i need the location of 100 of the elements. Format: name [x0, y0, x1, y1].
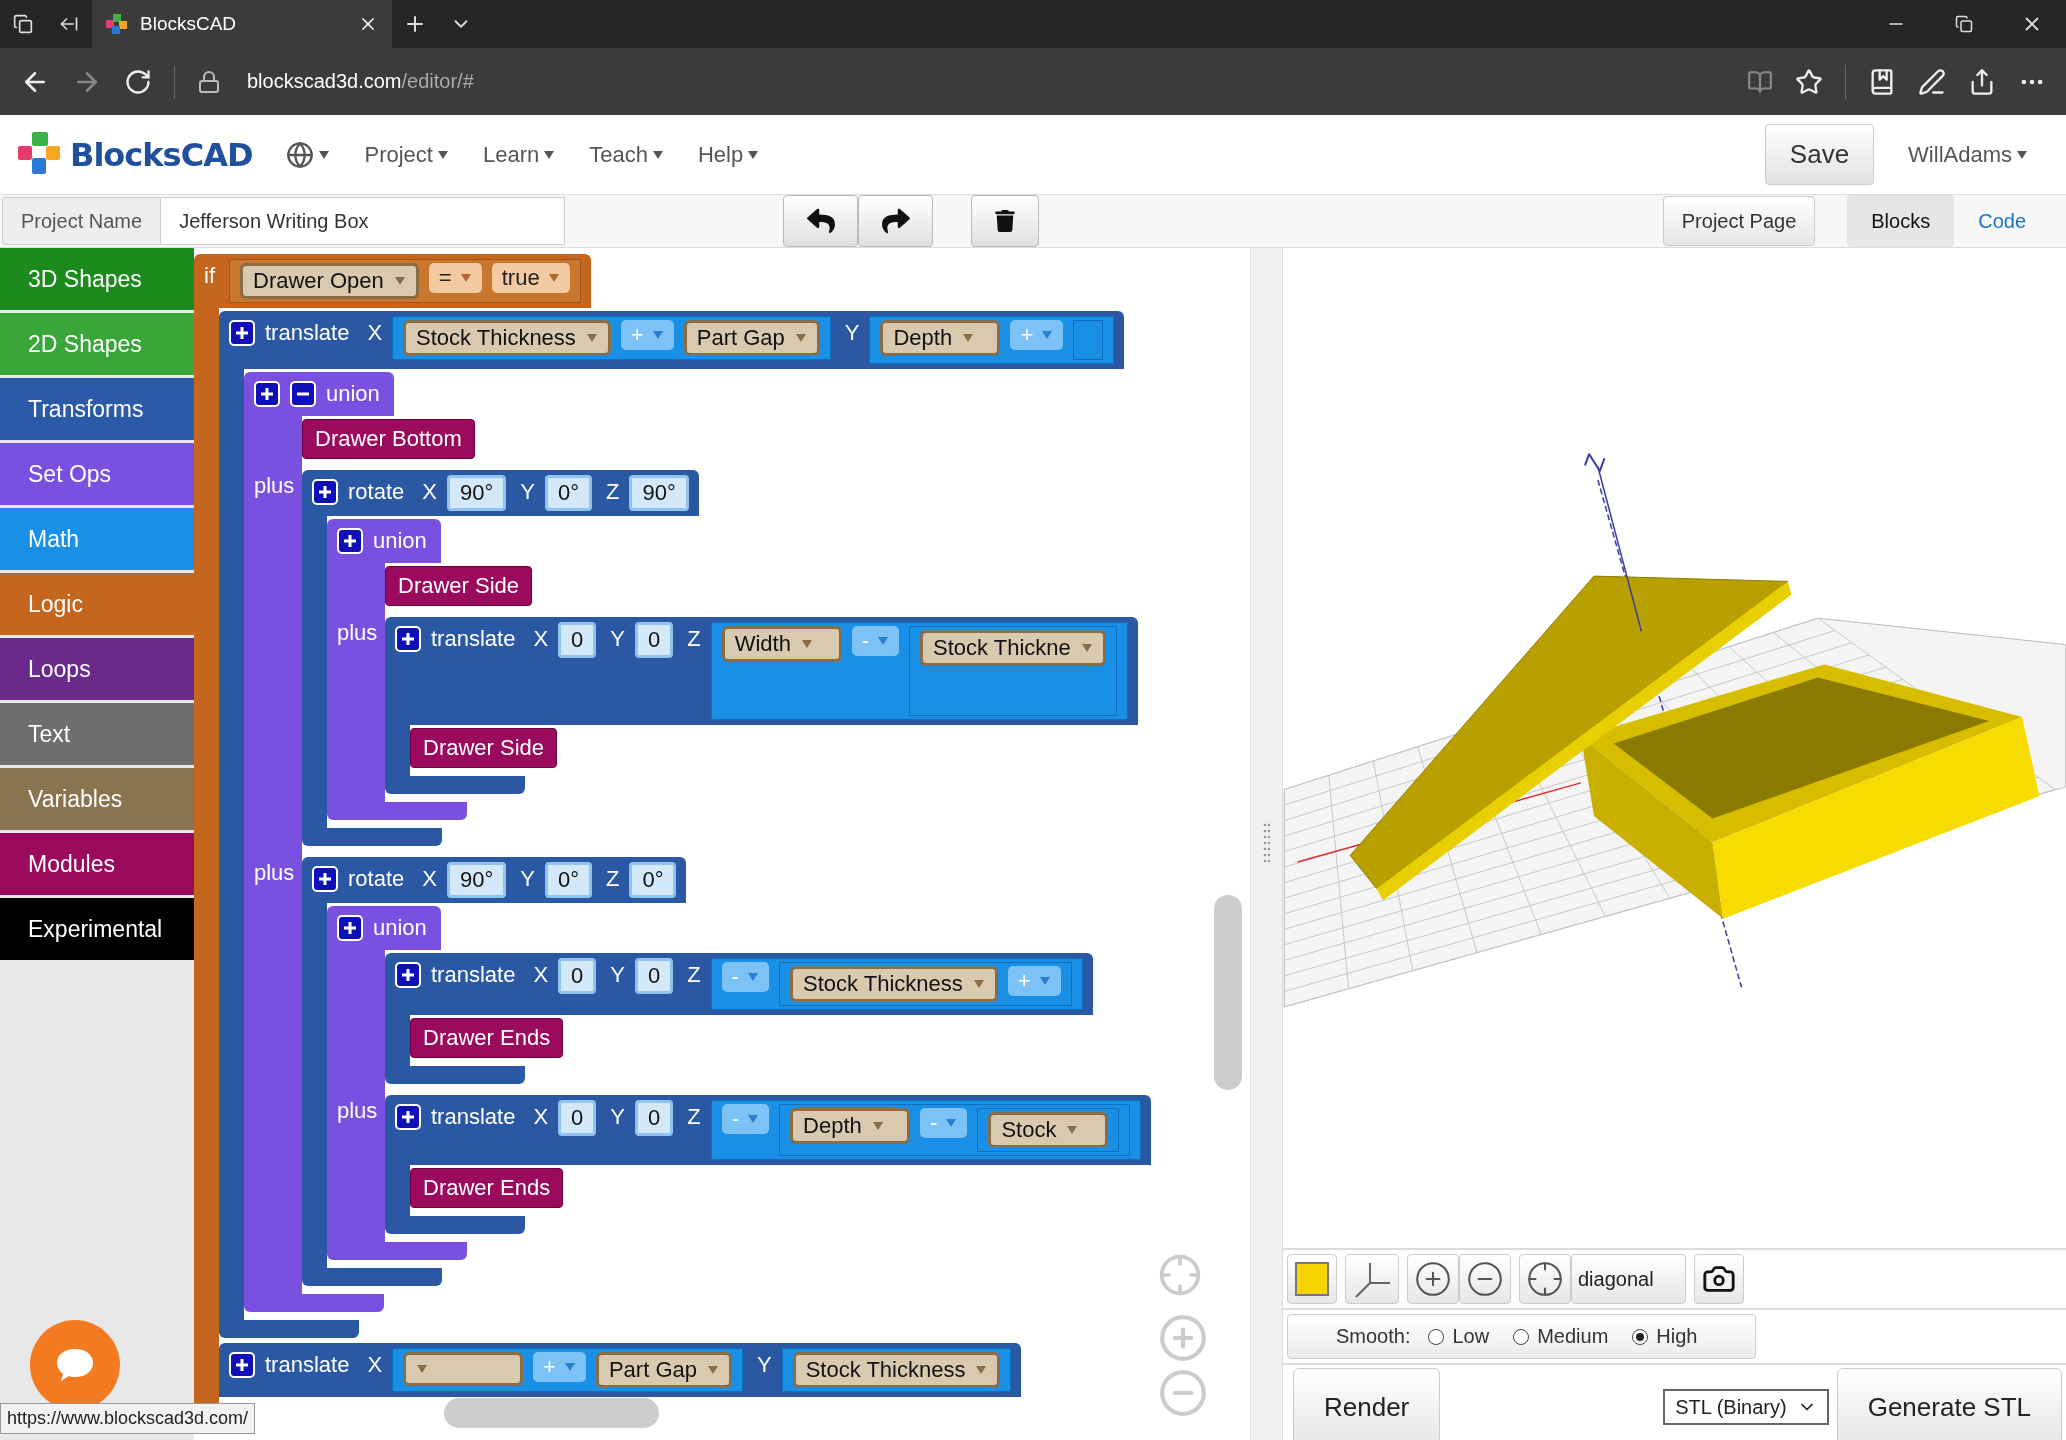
boolean-dropdown[interactable]: true — [491, 263, 570, 293]
plus-icon[interactable] — [395, 962, 421, 988]
module-call-block[interactable]: Drawer Ends — [410, 1168, 564, 1208]
refresh-icon[interactable] — [124, 67, 152, 96]
transform-block[interactable]: translate X 0 Y 0 Z - Depth - Stock Drawer Ends — [385, 1095, 1152, 1234]
block-header[interactable]: if Drawer Open = true — [194, 254, 591, 308]
number-field[interactable]: 0° — [629, 862, 677, 898]
math-block[interactable]: Stock Thickne — [909, 626, 1117, 716]
block-header[interactable]: union — [327, 906, 441, 950]
category-item[interactable]: Experimental — [0, 898, 194, 960]
browser-tab[interactable]: BlocksCAD — [92, 0, 392, 48]
operator-dropdown[interactable]: = — [428, 263, 482, 293]
radio-button[interactable] — [1632, 1328, 1649, 1345]
variable-dropdown[interactable]: Drawer Open — [240, 263, 419, 299]
plus-icon[interactable] — [337, 528, 363, 554]
math-block[interactable]: Stock Thickness + Part Gap — [392, 316, 831, 360]
star-icon[interactable] — [1795, 67, 1823, 96]
number-field[interactable]: 0 — [635, 1100, 674, 1136]
module-call-block[interactable]: Drawer Side — [410, 728, 558, 768]
center-view-button[interactable] — [1519, 1254, 1571, 1304]
module-call-block[interactable]: Drawer Ends — [410, 1018, 564, 1058]
math-block[interactable]: Stock Thickness + — [779, 962, 1072, 1006]
block-header[interactable]: rotate X 90° Y 0° Z 0° — [302, 857, 687, 903]
category-item[interactable]: Text — [0, 703, 194, 765]
plus-icon[interactable] — [229, 1352, 255, 1378]
math-block[interactable]: - Depth - Stock — [710, 1100, 1142, 1160]
nav-menu[interactable]: Help — [697, 141, 760, 168]
plus-icon[interactable] — [312, 479, 338, 505]
variable-dropdown[interactable]: Part Gap — [683, 320, 820, 356]
screenshot-button[interactable] — [1694, 1254, 1744, 1304]
undo-button[interactable] — [783, 195, 859, 247]
number-field[interactable]: 0 — [635, 958, 674, 994]
smooth-option[interactable]: High — [1632, 1325, 1698, 1348]
category-item[interactable]: Variables — [0, 768, 194, 830]
redo-button[interactable] — [858, 195, 934, 247]
variable-dropdown[interactable]: Depth — [880, 320, 1001, 356]
variable-dropdown[interactable]: Stock Thickne — [920, 630, 1106, 666]
save-button[interactable]: Save — [1764, 124, 1875, 185]
smooth-option[interactable]: Low — [1428, 1325, 1490, 1348]
view-tab[interactable]: Code — [1954, 195, 2050, 247]
view-dropdown[interactable]: diagonal — [1571, 1254, 1686, 1304]
block-header[interactable]: translate X 0 Y 0 Z - Depth - Stock — [385, 1095, 1152, 1165]
axes-button[interactable] — [1345, 1254, 1399, 1304]
view-tab[interactable]: Blocks — [1847, 195, 1955, 247]
vertical-scrollbar[interactable] — [1214, 895, 1242, 1090]
category-item[interactable]: Modules — [0, 833, 194, 895]
variable-dropdown[interactable]: Width — [721, 626, 842, 662]
math-block[interactable]: Depth + — [869, 316, 1115, 364]
math-block[interactable]: + Part Gap — [392, 1348, 743, 1392]
math-block[interactable]: Stock — [977, 1108, 1120, 1152]
variable-dropdown[interactable] — [403, 1352, 524, 1386]
minus-icon[interactable] — [290, 381, 316, 407]
number-field[interactable]: 90° — [446, 862, 507, 898]
math-block[interactable]: Stock Thickness — [781, 1348, 1012, 1392]
math-block[interactable]: Width - Stock Thickne — [710, 622, 1128, 720]
tabs-icon[interactable] — [13, 14, 33, 34]
render-button[interactable]: Render — [1293, 1368, 1441, 1440]
generate-stl-button[interactable]: Generate STL — [1836, 1368, 2062, 1440]
category-item[interactable]: Logic — [0, 573, 194, 635]
union-block[interactable]: union translate X 0 Y 0 Z - Stock Thickness + Drawer Ends plus translate X 0 Y 0 Z - Depth - Stock Drawer Ends — [327, 906, 1152, 1260]
user-menu[interactable]: WillAdams — [1908, 141, 2028, 168]
math-block[interactable]: - Stock Thickness + — [710, 958, 1083, 1010]
block-header[interactable]: translate X 0 Y 0 Z - Stock Thickness + — [385, 953, 1093, 1015]
module-call-block[interactable]: Drawer Bottom — [302, 419, 475, 459]
category-item[interactable]: Set Ops — [0, 443, 194, 505]
plus-icon[interactable] — [395, 626, 421, 652]
block-header[interactable]: rotate X 90° Y 0° Z 90° — [302, 470, 699, 516]
plus-icon[interactable] — [395, 1104, 421, 1130]
module-call-block[interactable]: Drawer Side — [385, 566, 533, 606]
app-logo[interactable]: BlocksCAD — [16, 129, 253, 180]
pen-icon[interactable] — [1918, 67, 1946, 96]
number-field[interactable]: 0 — [558, 622, 597, 658]
format-select[interactable]: STL (Binary) — [1663, 1389, 1829, 1425]
number-field[interactable]: 0 — [558, 1100, 597, 1136]
category-item[interactable]: 3D Shapes — [0, 248, 194, 310]
variable-dropdown[interactable]: Stock — [988, 1112, 1109, 1148]
plus-icon[interactable] — [312, 866, 338, 892]
comparison-block[interactable]: Drawer Open = true — [229, 259, 581, 303]
smooth-option[interactable]: Medium — [1513, 1325, 1609, 1348]
number-field[interactable]: 90° — [629, 475, 689, 511]
nav-menu[interactable]: Teach — [589, 141, 664, 168]
number-field[interactable]: 0 — [635, 622, 674, 658]
variable-dropdown[interactable]: Part Gap — [595, 1352, 732, 1388]
radio-button[interactable] — [1428, 1328, 1445, 1345]
variable-dropdown[interactable]: Depth — [790, 1108, 911, 1144]
delete-button[interactable] — [971, 195, 1040, 247]
address-field[interactable]: blockscad3d.com/editor/# — [243, 70, 474, 93]
block-header[interactable]: translate X + Part Gap Y Stock Thickness — [219, 1343, 1022, 1397]
number-field[interactable]: 0° — [544, 862, 592, 898]
color-button[interactable] — [1287, 1254, 1337, 1304]
project-name-field[interactable]: Jefferson Writing Box — [161, 197, 566, 245]
variable-dropdown[interactable]: Stock Thickness — [792, 1352, 1001, 1388]
number-field[interactable]: 0° — [544, 475, 592, 511]
number-field[interactable]: 0 — [558, 958, 597, 994]
transform-block[interactable]: rotate X 90° Y 0° Z 0° union translate X 0 Y 0 Z - Stock Thickness + Drawer Ends plus translate X 0 Y 0 Z - Depth - Stock Drawer Ends — [302, 857, 1152, 1286]
variable-dropdown[interactable]: Stock Thickness — [403, 320, 611, 356]
number-field[interactable]: 90° — [446, 475, 507, 511]
horizontal-scrollbar[interactable] — [444, 1398, 659, 1428]
zoom-in-button[interactable] — [1407, 1254, 1459, 1304]
block-header[interactable]: translate X Stock Thickness + Part Gap Y Depth + — [219, 311, 1125, 369]
